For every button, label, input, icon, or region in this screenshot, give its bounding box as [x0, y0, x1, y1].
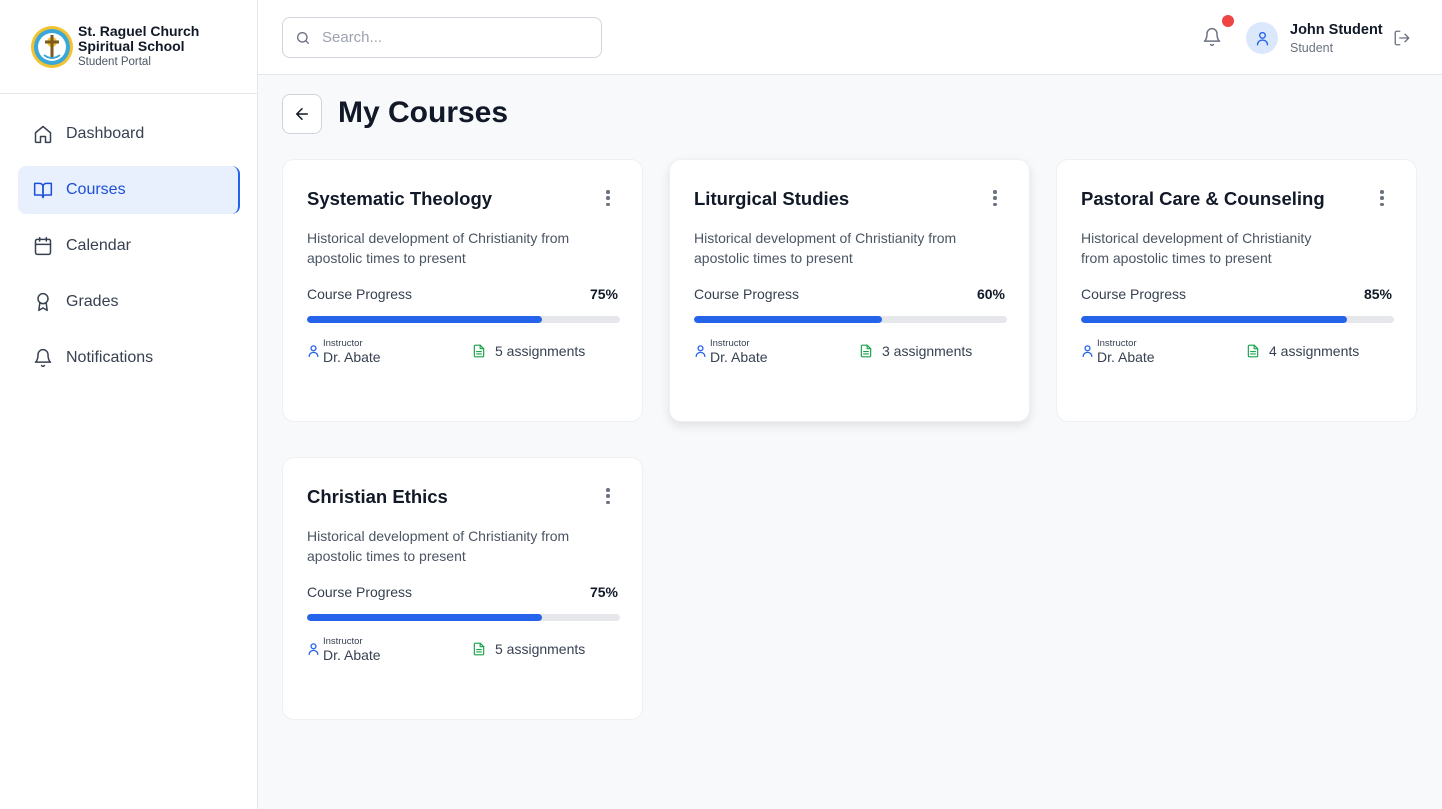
sidebar-item-courses[interactable]: Courses: [18, 166, 240, 214]
bell-icon: [34, 348, 52, 368]
search-box[interactable]: [282, 17, 602, 58]
assignments-info: 5 assignments: [472, 641, 585, 657]
assignments-count: 5 assignments: [495, 343, 586, 359]
assignments-count: 5 assignments: [495, 641, 586, 657]
avatar[interactable]: [1246, 22, 1278, 54]
sidebar-item-dashboard[interactable]: Dashboard: [18, 110, 240, 158]
course-description: Historical development of Christianity f…: [694, 230, 957, 266]
file-text-icon: [860, 344, 872, 358]
sidebar-item-calendar[interactable]: Calendar: [18, 222, 240, 270]
instructor-info: Instructor Dr. Abate: [1081, 339, 1155, 365]
file-text-icon: [473, 642, 485, 656]
sidebar-item-notifications[interactable]: Notifications: [18, 334, 240, 382]
arrow-left-icon: [296, 108, 308, 120]
progress-label: Course Progress: [307, 584, 413, 600]
course-card[interactable]: Liturgical Studies Historical developmen…: [669, 159, 1030, 422]
progress-value: 60%: [976, 286, 1005, 302]
bell-icon: [1203, 27, 1221, 47]
assignments-info: 3 assignments: [859, 343, 972, 359]
back-button[interactable]: [282, 94, 322, 134]
progress-label: Course Progress: [1081, 286, 1187, 302]
progress-fill: [307, 316, 542, 323]
award-icon: [37, 292, 49, 312]
school-name-line2: Spiritual School: [78, 38, 185, 54]
assignments-info: 4 assignments: [1246, 343, 1359, 359]
instructor-name: Dr. Abate: [323, 349, 381, 365]
search-icon: [297, 31, 309, 44]
user-icon: [1082, 345, 1093, 358]
progress-label: Course Progress: [694, 286, 800, 302]
user-role: Student: [1290, 41, 1334, 55]
assignments-count: 3 assignments: [882, 343, 973, 359]
user-icon: [308, 643, 319, 656]
course-title: Systematic Theology: [307, 188, 493, 209]
progress-value: 75%: [589, 286, 618, 302]
sidebar-item-label: Dashboard: [66, 125, 145, 142]
user-name: John Student: [1290, 22, 1383, 38]
sidebar-item-label: Calendar: [66, 237, 131, 254]
assignments-count: 4 assignments: [1269, 343, 1360, 359]
course-title: Christian Ethics: [307, 486, 448, 507]
notification-dot: [1222, 15, 1234, 27]
calendar-icon: [34, 236, 52, 256]
more-options-icon[interactable]: [605, 190, 611, 206]
instructor-label: Instructor: [323, 636, 363, 647]
brand-header[interactable]: St. Raguel Church Spiritual School Stude…: [0, 0, 257, 94]
course-description: Historical development of Christianity f…: [1081, 230, 1312, 266]
progress-value: 75%: [589, 584, 618, 600]
instructor-label: Instructor: [323, 338, 363, 349]
instructor-info: Instructor Dr. Abate: [694, 339, 768, 365]
sidebar-item-label: Grades: [66, 293, 119, 310]
more-options-icon[interactable]: [605, 488, 611, 504]
school-logo: [31, 25, 73, 68]
course-description: Historical development of Christianity f…: [307, 528, 570, 564]
top-bar: John Student Student: [258, 0, 1442, 75]
course-description: Historical development of Christianity f…: [307, 230, 570, 266]
page-title: My Courses: [338, 96, 509, 129]
user-icon: [1256, 31, 1268, 45]
course-title: Liturgical Studies: [694, 188, 850, 209]
instructor-info: Instructor Dr. Abate: [307, 637, 381, 663]
sidebar-nav: Dashboard Courses Calendar Grades Notifi…: [0, 94, 257, 382]
progress-bar: [307, 614, 620, 621]
logout-icon[interactable]: [1393, 29, 1411, 47]
sidebar-item-label: Courses: [66, 181, 126, 198]
sidebar: St. Raguel Church Spiritual School Stude…: [0, 0, 258, 809]
search-input[interactable]: [322, 29, 592, 46]
progress-fill: [1081, 316, 1348, 323]
instructor-label: Instructor: [710, 338, 750, 349]
progress-fill: [307, 614, 542, 621]
progress-value: 85%: [1363, 286, 1392, 302]
school-name-line1: St. Raguel Church: [78, 23, 200, 39]
instructor-label: Instructor: [1097, 338, 1137, 349]
course-title: Pastoral Care & Counseling: [1081, 188, 1325, 209]
progress-label: Course Progress: [307, 286, 413, 302]
instructor-name: Dr. Abate: [1097, 349, 1155, 365]
course-card[interactable]: Pastoral Care & Counseling Historical de…: [1056, 159, 1417, 422]
course-card[interactable]: Systematic Theology Historical developme…: [282, 159, 643, 422]
instructor-info: Instructor Dr. Abate: [307, 339, 381, 365]
sidebar-item-grades[interactable]: Grades: [18, 278, 240, 326]
home-icon: [34, 125, 52, 144]
progress-bar: [694, 316, 1007, 323]
progress-bar: [1081, 316, 1394, 323]
file-text-icon: [1247, 344, 1259, 358]
more-options-icon[interactable]: [1379, 190, 1385, 206]
progress-bar: [307, 316, 620, 323]
more-options-icon[interactable]: [992, 190, 998, 206]
sidebar-item-label: Notifications: [66, 349, 154, 366]
portal-subtitle: Student Portal: [78, 56, 151, 68]
course-card[interactable]: Christian Ethics Historical development …: [282, 457, 643, 720]
book-open-icon: [33, 182, 53, 199]
assignments-info: 5 assignments: [472, 343, 585, 359]
instructor-name: Dr. Abate: [710, 349, 768, 365]
instructor-name: Dr. Abate: [323, 647, 381, 663]
notifications-button[interactable]: [1202, 26, 1224, 50]
progress-fill: [694, 316, 882, 323]
file-text-icon: [473, 344, 485, 358]
user-icon: [308, 345, 319, 358]
user-icon: [695, 345, 706, 358]
